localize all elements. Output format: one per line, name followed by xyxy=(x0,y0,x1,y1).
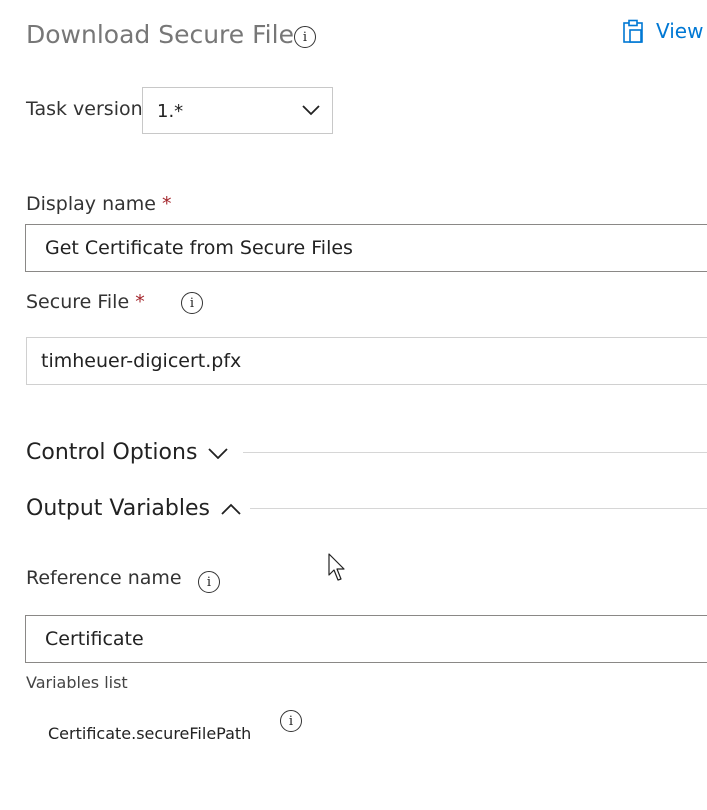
clipboard-icon xyxy=(623,19,643,43)
divider xyxy=(250,508,707,509)
required-marker: * xyxy=(135,291,145,313)
info-icon[interactable]: i xyxy=(181,292,203,314)
chevron-down-icon xyxy=(302,105,320,116)
info-icon[interactable]: i xyxy=(198,571,220,593)
variable-item: Certificate.secureFilePath xyxy=(48,724,252,743)
chevron-down-icon xyxy=(208,447,229,459)
info-icon[interactable]: i xyxy=(280,710,302,732)
view-link-label: View xyxy=(656,19,704,43)
control-options-label: Control Options xyxy=(26,440,198,465)
required-marker: * xyxy=(162,193,172,215)
output-variables-label: Output Variables xyxy=(26,496,210,521)
mouse-cursor-icon xyxy=(328,553,345,581)
display-name-input[interactable]: Get Certificate from Secure Files xyxy=(25,224,707,272)
output-variables-toggle[interactable]: Output Variables xyxy=(26,496,241,521)
page-title: Download Secure File xyxy=(26,20,294,49)
task-version-value: 1.* xyxy=(157,101,184,122)
secure-file-select[interactable]: timheuer-digicert.pfx xyxy=(26,337,707,385)
control-options-toggle[interactable]: Control Options xyxy=(26,440,229,465)
secure-file-label: Secure File * xyxy=(26,291,145,313)
view-yaml-link[interactable]: View xyxy=(622,19,703,43)
chevron-up-icon xyxy=(221,503,241,515)
divider xyxy=(243,452,707,453)
reference-name-value: Certificate xyxy=(45,628,144,650)
variables-list-label: Variables list xyxy=(26,673,128,692)
reference-name-input[interactable]: Certificate xyxy=(25,615,707,663)
task-version-select[interactable]: 1.* xyxy=(142,87,333,134)
info-icon[interactable]: i xyxy=(294,26,316,48)
reference-name-label: Reference name xyxy=(26,567,182,589)
display-name-label: Display name * xyxy=(26,193,172,215)
secure-file-value: timheuer-digicert.pfx xyxy=(41,350,242,372)
task-version-label: Task version xyxy=(26,98,143,120)
task-editor-panel: Download Secure File i View Task version… xyxy=(0,0,707,810)
display-name-value: Get Certificate from Secure Files xyxy=(45,237,353,259)
